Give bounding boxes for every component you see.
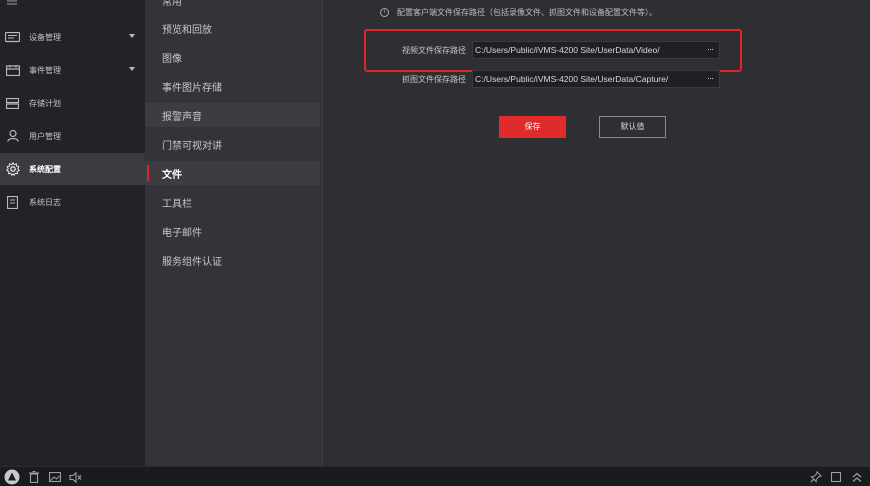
sidebar-item-system-log[interactable]: 系统日志 <box>0 186 145 218</box>
sidebar-item-label: 设备管理 <box>29 32 61 42</box>
video-path-field[interactable]: C:/Users/Public/iVMS-4200 Site/UserData/… <box>472 41 720 59</box>
sidebar-item-system-config[interactable]: 系统配置 <box>0 153 145 185</box>
capture-path-label: 抓图文件保存路径 <box>402 75 466 84</box>
subnav-item-general[interactable]: 常用 <box>145 0 320 12</box>
subnav-item-event-picture-storage[interactable]: 事件图片存储 <box>145 74 320 98</box>
subnav-item-label: 服务组件认证 <box>162 256 222 268</box>
double-chevron-up-icon[interactable] <box>851 470 862 484</box>
sidebar-item-event-management[interactable]: 事件管理 <box>0 54 145 86</box>
subnav-item-label: 图像 <box>162 53 182 65</box>
sidebar-item-label: 系统日志 <box>29 197 61 207</box>
capture-path-field[interactable]: C:/Users/Public/iVMS-4200 Site/UserData/… <box>472 70 720 88</box>
subnav-item-label: 文件 <box>162 169 182 181</box>
sidebar-item-storage-schedule[interactable]: 存储计划 <box>0 87 145 119</box>
sidebar-item-label: 事件管理 <box>29 65 61 75</box>
speaker-icon[interactable] <box>69 470 82 484</box>
log-icon <box>5 195 20 209</box>
chevron-down-icon <box>129 67 135 71</box>
user-icon <box>5 130 20 142</box>
subnav-item-label: 门禁可视对讲 <box>162 140 222 152</box>
warning-icon[interactable] <box>4 469 20 485</box>
subnav-item-toolbar[interactable]: 工具栏 <box>145 190 320 214</box>
trash-icon[interactable] <box>29 470 39 484</box>
subnav-item-file[interactable]: 文件 <box>145 161 320 185</box>
main-sidebar: 设备管理 事件管理 存储计划 用户管理 系统配置 系统日志 <box>0 0 145 466</box>
sidebar-item-device-management[interactable]: 设备管理 <box>0 21 145 53</box>
subnav-item-label: 常用 <box>162 0 182 8</box>
capture-path-browse-button[interactable]: ··· <box>702 74 718 86</box>
save-button[interactable]: 保存 <box>499 116 566 138</box>
pin-icon[interactable] <box>810 470 822 484</box>
video-path-browse-button[interactable]: ··· <box>702 45 718 57</box>
subnav-item-alarm-sound[interactable]: 报警声音 <box>145 103 320 127</box>
info-icon: i <box>380 7 389 17</box>
subnav-item-image[interactable]: 图像 <box>145 45 320 69</box>
subnav-item-label: 电子邮件 <box>162 227 202 239</box>
default-button[interactable]: 默认值 <box>599 116 666 138</box>
window-icon[interactable] <box>830 470 841 484</box>
sidebar-item-label: 用户管理 <box>29 131 61 141</box>
video-path-label: 视频文件保存路径 <box>402 46 466 55</box>
subnav-item-service-auth[interactable]: 服务组件认证 <box>145 248 320 272</box>
storage-icon <box>5 97 20 109</box>
chevron-down-icon <box>129 34 135 38</box>
subnav-item-label: 工具栏 <box>162 198 192 210</box>
subnav-item-label: 报警声音 <box>162 111 202 123</box>
event-icon <box>5 64 20 76</box>
sidebar-item-user-management[interactable]: 用户管理 <box>0 120 145 152</box>
image-icon[interactable] <box>49 470 61 484</box>
file-settings-panel: i 配置客户端文件保存路径（包括录像文件、抓图文件和设备配置文件等）。 视频文件… <box>324 0 870 466</box>
gear-icon <box>5 162 20 176</box>
subnav-item-access-intercom[interactable]: 门禁可视对讲 <box>145 132 320 156</box>
sidebar-item-label: 系统配置 <box>29 164 61 174</box>
status-bar <box>0 466 870 486</box>
subnav-item-label: 事件图片存储 <box>162 82 222 94</box>
sidebar-item-label: 存储计划 <box>29 98 61 108</box>
menu-icon[interactable] <box>6 0 18 8</box>
hint-text: 配置客户端文件保存路径（包括录像文件、抓图文件和设备配置文件等）。 <box>397 7 657 17</box>
hint-line: i 配置客户端文件保存路径（包括录像文件、抓图文件和设备配置文件等）。 <box>380 5 657 19</box>
device-icon <box>5 31 20 43</box>
settings-subnav: 常用 预览和回放 图像 事件图片存储 报警声音 门禁可视对讲 文件 工具栏 电子… <box>145 0 323 466</box>
active-indicator <box>147 165 149 181</box>
subnav-item-preview-playback[interactable]: 预览和回放 <box>145 16 320 40</box>
subnav-item-email[interactable]: 电子邮件 <box>145 219 320 243</box>
subnav-item-label: 预览和回放 <box>162 24 212 36</box>
